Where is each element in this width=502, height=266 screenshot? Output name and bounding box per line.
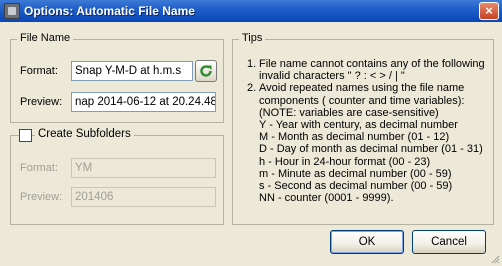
tip-line: M - Month as decimal number (01 - 12) (259, 131, 450, 144)
subfolder-format-input[interactable]: YM (71, 158, 216, 178)
tip-line: invalid characters " ? : < > / | " (259, 70, 405, 83)
tip-line: components ( counter and time variables)… (259, 94, 465, 107)
format-input[interactable]: Snap Y-M-D at h.m.s (71, 61, 193, 81)
create-subfolders-group: Create Subfolders Format: YM Preview: 20… (10, 128, 224, 225)
tip-line: File name cannot contains any of the fol… (259, 58, 485, 70)
app-icon (4, 3, 20, 19)
tip-line: m - Minute as decimal number (00 - 59) (259, 167, 452, 180)
ok-button[interactable]: OK (330, 230, 404, 254)
refresh-button[interactable] (195, 60, 217, 82)
preview-field: nap 2014-06-12 at 20.24.48 (71, 92, 216, 112)
close-icon: × (485, 3, 493, 18)
create-subfolders-label[interactable]: Create Subfolders (35, 128, 134, 140)
title-bar[interactable]: Options: Automatic File Name × (0, 0, 502, 22)
tip-number: 2. (247, 82, 257, 95)
subfolder-preview-label: Preview: (20, 191, 63, 203)
create-subfolders-checkbox[interactable] (19, 129, 32, 142)
tip-line: s - Second as decimal number (00 - 59) (259, 180, 453, 193)
preview-label: Preview: (20, 96, 63, 108)
window-title: Options: Automatic File Name (24, 4, 195, 18)
options-dialog: Options: Automatic File Name × File Name… (0, 0, 502, 266)
tip-line: Avoid repeated names using the file name (259, 82, 465, 95)
subfolder-preview-field: 201406 (71, 187, 216, 207)
close-button[interactable]: × (479, 2, 499, 20)
tip-item: 2. Avoid repeated names using the file n… (247, 82, 491, 204)
file-name-legend: File Name (17, 32, 74, 44)
cancel-button[interactable]: Cancel (412, 230, 486, 254)
tip-number: 1. (247, 58, 257, 70)
subfolder-format-label: Format: (20, 162, 58, 174)
tip-item: 1. File name cannot contains any of the … (247, 58, 491, 82)
tips-list: 1. File name cannot contains any of the … (247, 58, 491, 204)
tip-line: D - Day of month as decimal number (01 -… (259, 143, 483, 156)
tips-group: Tips 1. File name cannot contains any of… (232, 32, 494, 225)
tip-line: Y - Year with century, as decimal number (259, 119, 458, 132)
refresh-icon (200, 65, 212, 77)
tip-line: h - Hour in 24-hour format (00 - 23) (259, 155, 431, 168)
resize-grip-icon[interactable] (490, 254, 500, 264)
tip-line: (NOTE: variables are case-sensitive) (259, 106, 439, 119)
format-label: Format: (20, 65, 58, 77)
file-name-group: File Name Format: Snap Y-M-D at h.m.s Pr… (10, 32, 224, 123)
tips-legend: Tips (239, 32, 266, 44)
tip-line: NN - counter (0001 - 9999). (259, 192, 394, 205)
